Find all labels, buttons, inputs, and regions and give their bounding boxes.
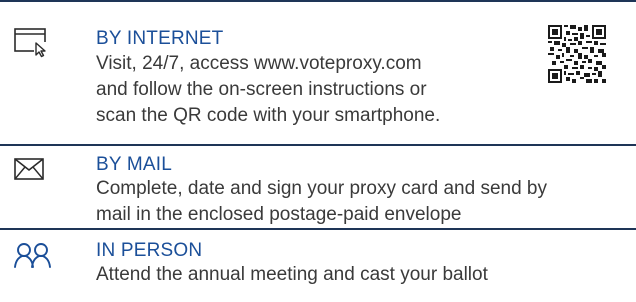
section-internet: BY INTERNET Visit, 24/7, access www.vote… — [0, 0, 636, 144]
envelope-icon — [14, 158, 44, 180]
section-heading: BY INTERNET — [96, 28, 224, 49]
voting-methods-panel: BY INTERNET Visit, 24/7, access www.vote… — [0, 0, 636, 302]
browser-cursor-icon — [14, 28, 49, 58]
body-line: Attend the annual meeting and cast your … — [96, 264, 488, 285]
section-body: Attend the annual meeting and cast your … — [96, 262, 488, 288]
body-line: Complete, date and sign your proxy card … — [96, 178, 547, 199]
body-line: scan the QR code with your smartphone. — [96, 105, 441, 126]
body-line: Visit, 24/7, access www.voteproxy.com — [96, 53, 422, 74]
section-body: Complete, date and sign your proxy card … — [96, 176, 547, 228]
body-line: mail in the enclosed postage-paid envelo… — [96, 204, 462, 225]
section-body: Visit, 24/7, access www.voteproxy.com an… — [96, 51, 440, 129]
section-mail: BY MAIL Complete, date and sign your pro… — [0, 145, 636, 227]
qr-code-icon — [548, 25, 606, 83]
section-in-person: IN PERSON Attend the annual meeting and … — [0, 229, 636, 302]
section-heading: IN PERSON — [96, 240, 203, 261]
people-icon — [14, 243, 51, 268]
section-heading: BY MAIL — [96, 154, 173, 175]
body-line: and follow the on-screen instructions or — [96, 79, 427, 100]
